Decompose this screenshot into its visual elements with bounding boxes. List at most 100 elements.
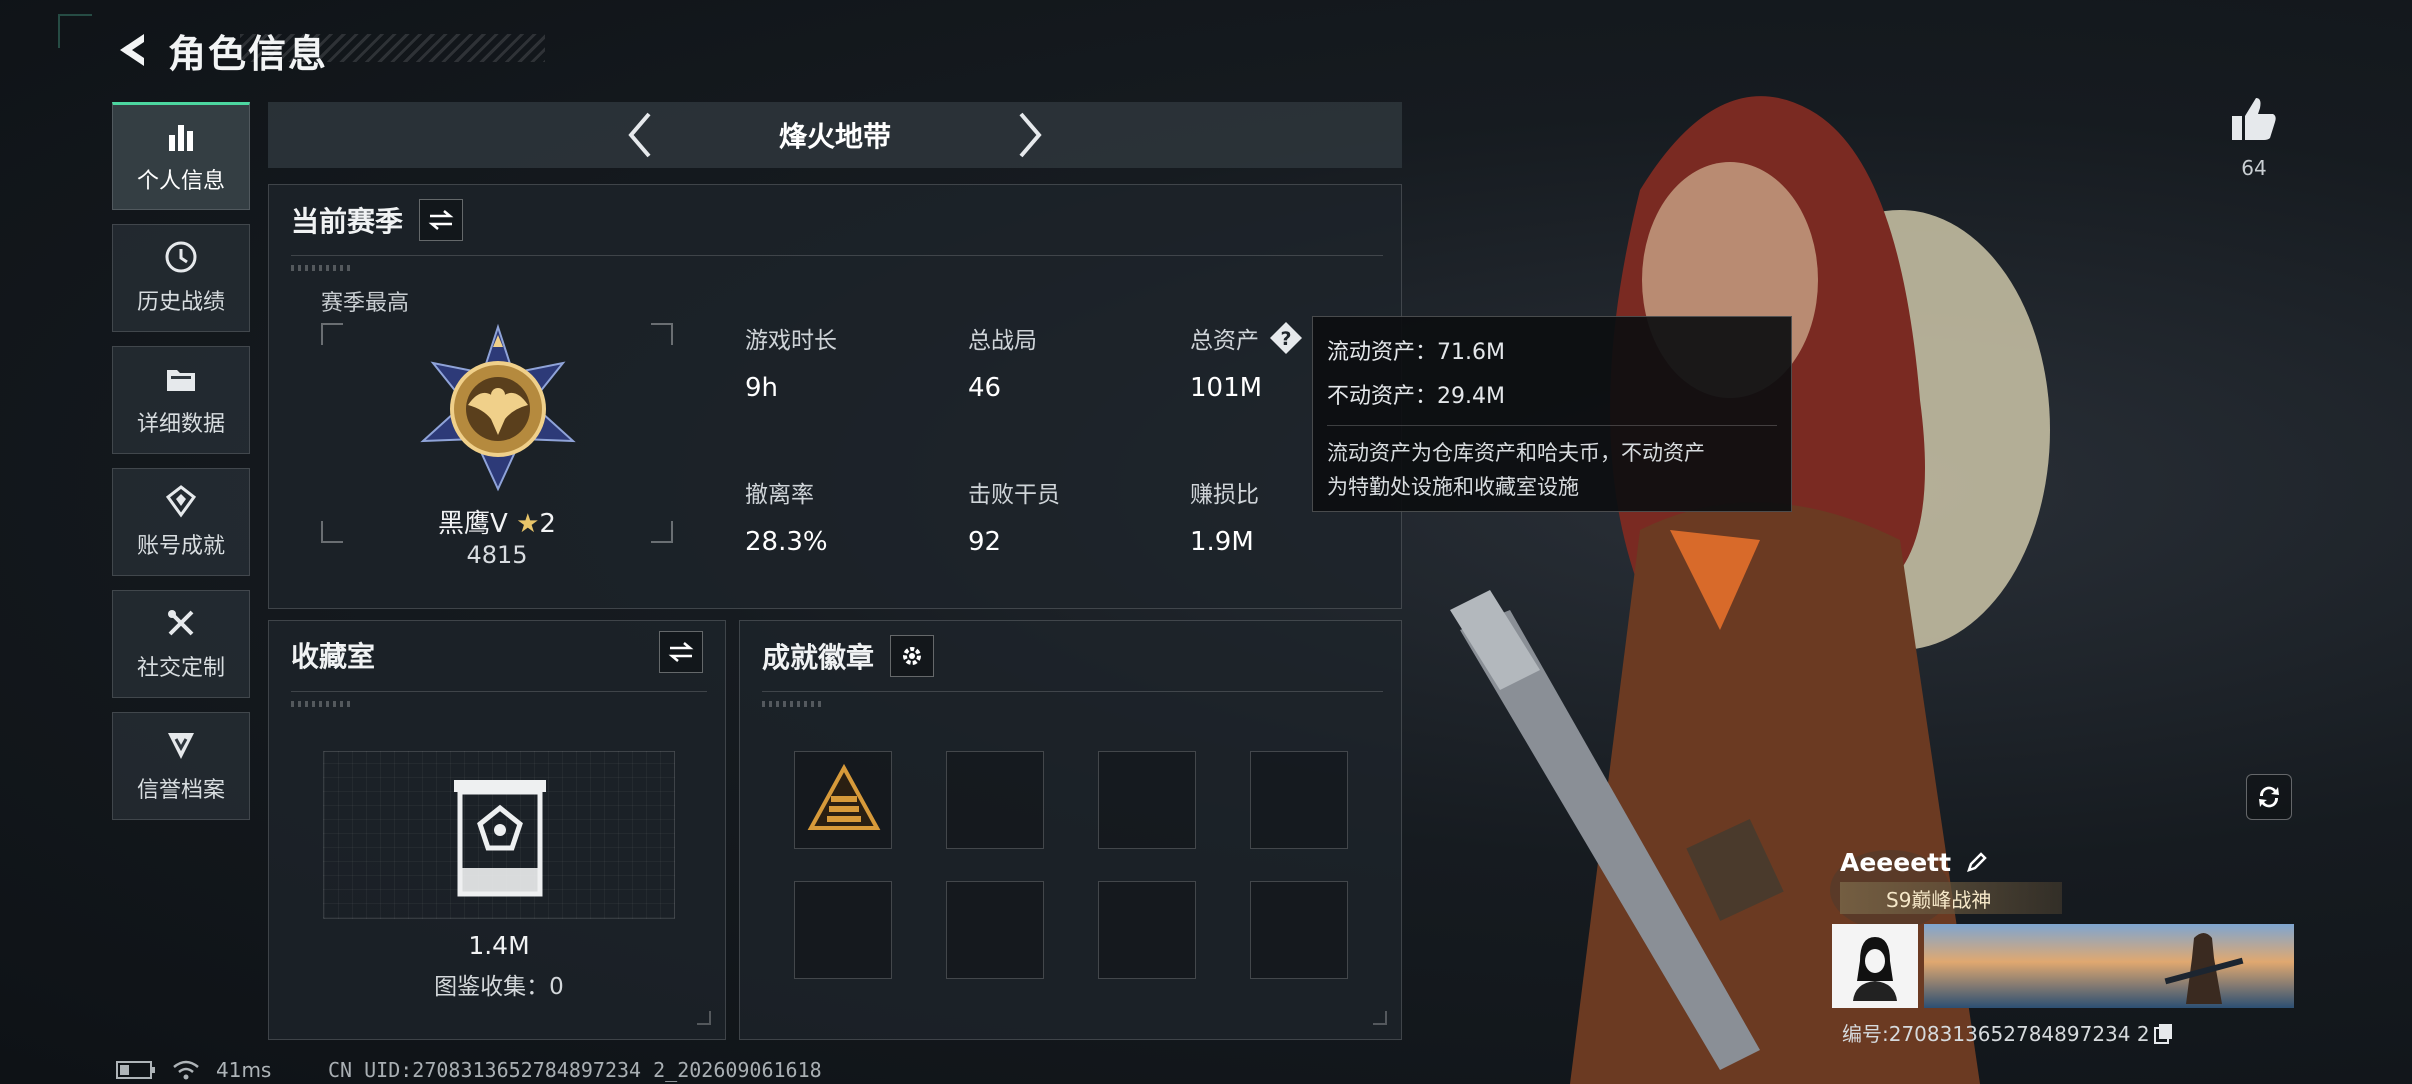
swap-icon: [428, 210, 454, 230]
avatar[interactable]: [1832, 924, 1918, 1008]
like-button[interactable]: 64: [2226, 96, 2282, 180]
help-icon[interactable]: ?: [1269, 321, 1303, 355]
sidebar-item-label: 账号成就: [136, 534, 225, 559]
collection-preview[interactable]: [323, 751, 675, 919]
badge-slot[interactable]: [794, 881, 892, 979]
assets-tooltip: 流动资产：71.6M 不动资产：29.4M 流动资产为仓库资产和哈夫币，不动资产…: [1312, 316, 1792, 512]
sidebar-item-label: 详细数据: [136, 412, 225, 437]
badge-slot[interactable]: [1250, 881, 1348, 979]
title-decoration: [240, 34, 545, 62]
dots-decoration: [762, 701, 822, 707]
player-card: Aeeeett S9巅峰战神 编号:2708313652784897234 2: [1832, 842, 2294, 1054]
tooltip-fixed-assets: 不动资产：29.4M: [1327, 384, 1505, 409]
divider: [762, 691, 1383, 692]
corner-decoration: [697, 1011, 711, 1025]
stat-label: 撤离率: [745, 482, 814, 508]
credit-shield-icon: [168, 733, 194, 759]
stat-value: 101M: [1190, 373, 1263, 403]
sidebar-item-credit-record[interactable]: 信誉档案: [112, 712, 250, 820]
edit-pencil-icon[interactable]: [1965, 850, 1989, 874]
mode-selector: 烽火地带: [268, 102, 1402, 168]
badges-title: 成就徽章: [762, 641, 875, 674]
tooltip-liquid-assets: 流动资产：71.6M: [1327, 340, 1505, 365]
badge-slot[interactable]: [946, 881, 1044, 979]
stat-value: 1.9M: [1190, 527, 1254, 557]
badge-slot[interactable]: [794, 751, 892, 849]
sidebar-item-label: 个人信息: [136, 169, 225, 194]
name-card-banner[interactable]: [1924, 924, 2294, 1008]
collection-title: 收藏室: [291, 640, 376, 673]
pyramid-badge-icon: [807, 763, 881, 830]
badge-slot[interactable]: [1250, 751, 1348, 849]
vault-icon: [454, 780, 546, 897]
tools-icon: [168, 610, 194, 636]
badge-slot[interactable]: [1098, 751, 1196, 849]
player-uid-row: 编号:2708313652784897234 2: [1832, 1018, 2294, 1047]
stat-operators-defeated: 击败干员 92: [968, 475, 1060, 557]
collection-switch-button[interactable]: [659, 631, 703, 673]
player-title-banner: S9巅峰战神: [1840, 882, 2062, 914]
badge-slot[interactable]: [946, 751, 1044, 849]
stat-label: 赚损比: [1190, 482, 1259, 508]
sidebar: 个人信息 历史战绩 详细数据 账号成就 社交定制 信誉档案: [112, 102, 250, 834]
season-title: 当前赛季: [291, 205, 404, 238]
refresh-icon: [2259, 786, 2279, 808]
rank-stars: 2: [539, 509, 556, 539]
status-bar: 41ms: [116, 1058, 271, 1082]
back-arrow-icon: [120, 34, 144, 66]
svg-text:?: ?: [1280, 328, 1291, 350]
copy-icon[interactable]: [2153, 1022, 2174, 1044]
sidebar-item-achievements[interactable]: 账号成就: [112, 468, 250, 576]
stat-label: 总战局: [968, 328, 1037, 354]
mode-prev-button[interactable]: [615, 107, 665, 163]
thumbs-up-icon: [2232, 98, 2276, 140]
refresh-button[interactable]: [2246, 774, 2292, 820]
collection-progress: 图鉴收集：0: [434, 974, 564, 1000]
wifi-icon: [173, 1060, 199, 1080]
rank-score: 4815: [466, 541, 528, 569]
sidebar-item-label: 社交定制: [136, 656, 225, 681]
corner-decoration: [58, 14, 92, 48]
sidebar-item-personal-info[interactable]: 个人信息: [112, 102, 250, 210]
stat-profit-loss: 赚损比 1.9M: [1190, 475, 1259, 557]
rank-emblem-icon: [420, 323, 576, 492]
mode-next-button[interactable]: [1005, 107, 1055, 163]
player-name: Aeeeett: [1840, 847, 1952, 877]
divider: [291, 691, 707, 692]
star-icon: ★: [516, 509, 540, 539]
back-button[interactable]: [110, 26, 158, 74]
divider: [291, 255, 1383, 256]
avatar-image: [1853, 937, 1897, 1001]
stat-value: 46: [968, 373, 1002, 403]
mode-name: 烽火地带: [778, 120, 891, 153]
chevron-left-icon: [628, 112, 651, 158]
tooltip-description: 流动资产为仓库资产和哈夫币，不动资产: [1327, 441, 1705, 465]
current-season-panel: 当前赛季 赛季最高 黑鹰V ★2 4815 游戏时长 9h 总战局 46 总资产: [268, 184, 1402, 609]
stat-play-time: 游戏时长 9h: [745, 321, 837, 403]
bar-chart-icon: [169, 125, 193, 151]
dots-decoration: [291, 701, 351, 707]
stat-total-matches: 总战局 46: [968, 321, 1037, 403]
dots-decoration: [291, 265, 351, 271]
chevron-right-icon: [1019, 112, 1042, 158]
latency: 41ms: [216, 1058, 272, 1082]
cn-uid: CN UID:2708313652784897234 2_20260906161…: [328, 1058, 822, 1082]
rank-name-row: 黑鹰V ★2: [321, 503, 673, 540]
divider: [1327, 425, 1777, 426]
sidebar-item-history[interactable]: 历史战绩: [112, 224, 250, 332]
season-switch-button[interactable]: [419, 199, 464, 241]
tooltip-description: 为特勤处设施和收藏室设施: [1327, 475, 1579, 499]
sidebar-item-detailed-data[interactable]: 详细数据: [112, 346, 250, 454]
collection-room-panel: 收藏室 1.4M 图鉴收集：0: [268, 620, 726, 1040]
stat-extraction-rate: 撤离率 28.3%: [745, 475, 828, 557]
gear-icon: [903, 647, 922, 665]
badge-slot[interactable]: [1098, 881, 1196, 979]
sidebar-item-social-custom[interactable]: 社交定制: [112, 590, 250, 698]
swap-icon: [668, 642, 694, 662]
like-count: 64: [2241, 156, 2267, 180]
player-title: S9巅峰战神: [1886, 887, 1992, 912]
badges-settings-button[interactable]: [890, 635, 935, 677]
frame-corner: [651, 323, 673, 345]
player-uid: 编号:2708313652784897234 2: [1842, 1022, 2150, 1046]
stat-value: 9h: [745, 373, 779, 403]
